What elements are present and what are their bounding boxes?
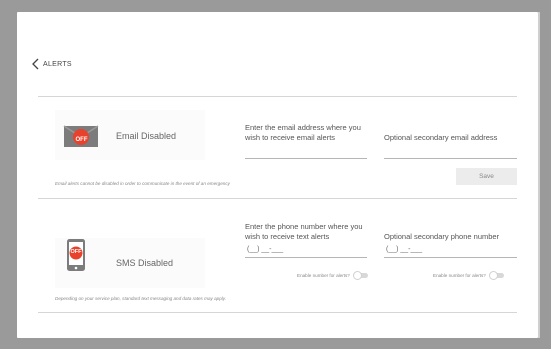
sms-note: Depending on your service plan, standard… <box>55 296 227 301</box>
sms-primary-toggle[interactable] <box>352 271 368 280</box>
sms-primary-label: Enter the phone number where you wish to… <box>245 222 363 241</box>
toggle-knob <box>352 271 362 280</box>
email-secondary-input[interactable] <box>384 158 517 159</box>
sms-primary-toggle-row: Enable number for alerts? <box>297 271 368 280</box>
back-to-alerts-link[interactable]: ALERTS <box>32 58 72 70</box>
footer-divider <box>38 312 517 313</box>
back-label: ALERTS <box>43 60 72 68</box>
sms-secondary-toggle[interactable] <box>488 271 504 280</box>
sms-primary-input[interactable]: (__) __-___ <box>247 246 283 253</box>
chevron-left-icon <box>32 58 39 70</box>
section-divider <box>38 198 517 199</box>
sms-secondary-input[interactable]: (__) __-___ <box>386 246 422 253</box>
email-note: Email alerts cannot be disabled in order… <box>55 181 230 186</box>
phone-icon <box>67 239 85 271</box>
sms-secondary-label: Optional secondary phone number <box>384 232 500 241</box>
panel-edge <box>538 12 540 338</box>
save-button[interactable]: Save <box>456 168 517 185</box>
email-primary-input[interactable] <box>245 158 367 159</box>
sms-primary-underline <box>245 257 367 258</box>
sms-secondary-underline <box>384 257 517 258</box>
email-status-text: Email Disabled <box>116 131 177 141</box>
sms-secondary-toggle-label: Enable number for alerts? <box>433 273 486 278</box>
sms-primary-toggle-label: Enable number for alerts? <box>297 273 350 278</box>
sms-status-text: SMS Disabled <box>116 258 174 268</box>
email-secondary-label: Optional secondary email address <box>384 133 498 142</box>
toggle-knob <box>488 271 498 280</box>
sms-off-badge: OFF <box>70 249 82 255</box>
sms-secondary-toggle-row: Enable number for alerts? <box>433 271 504 280</box>
envelope-icon <box>63 125 99 147</box>
email-primary-label: Enter the email address where you wish t… <box>245 123 361 142</box>
email-off-badge: OFF <box>75 137 88 143</box>
header-divider <box>38 96 517 97</box>
